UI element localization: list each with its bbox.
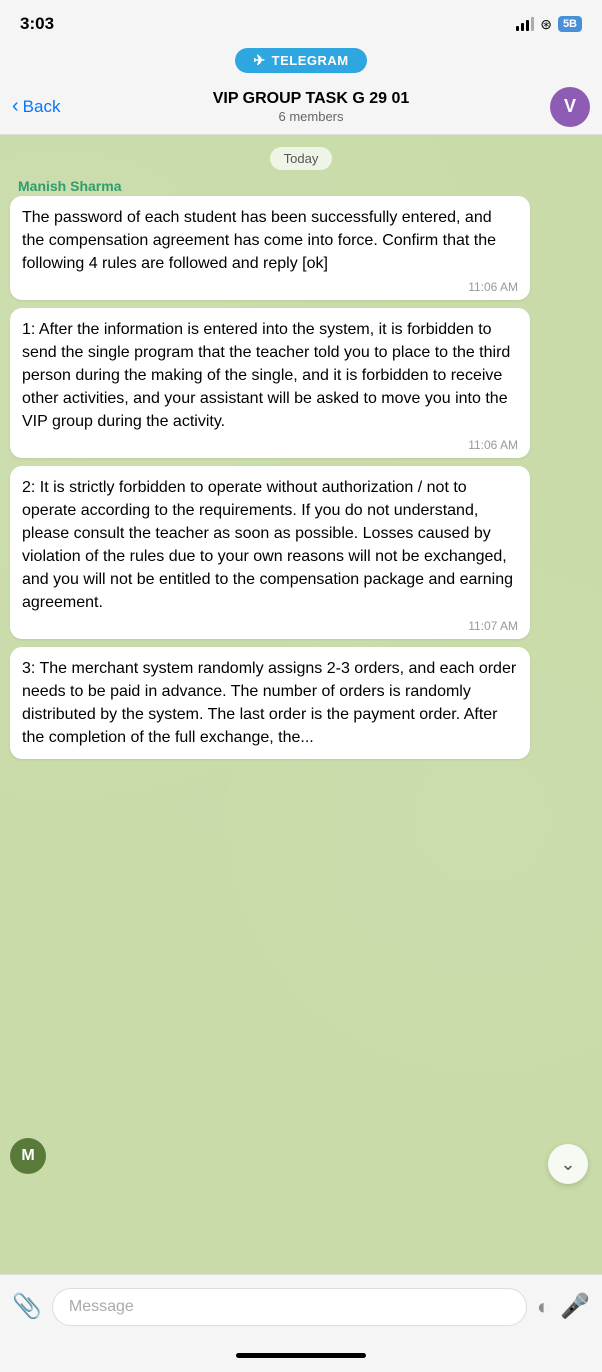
status-icons: ⊛ 5B (516, 16, 582, 33)
message-time: 11:06 AM (22, 280, 518, 294)
message-bubble: 1: After the information is entered into… (10, 308, 530, 458)
signal-icon (516, 17, 534, 31)
message-text: 3: The merchant system randomly assigns … (22, 657, 518, 750)
avatar-letter: V (564, 96, 576, 117)
home-bar (236, 1353, 366, 1358)
message-time: 11:07 AM (22, 619, 518, 633)
message-text: 1: After the information is entered into… (22, 318, 518, 434)
home-indicator (0, 1338, 602, 1372)
chat-title: VIP GROUP TASK G 29 01 (72, 89, 550, 108)
members-count: 6 members (72, 109, 550, 124)
clock-icon[interactable]: ◐ (537, 1294, 550, 1320)
date-label: Today (270, 147, 333, 170)
header-center: VIP GROUP TASK G 29 01 6 members (72, 89, 550, 123)
telegram-label: TELEGRAM (272, 53, 349, 68)
status-time: 3:03 (20, 14, 54, 34)
status-bar: 3:03 ⊛ 5B (0, 0, 602, 44)
sender-row: Manish Sharma (10, 178, 592, 194)
message-text: The password of each student has been su… (22, 206, 518, 276)
sender-name: Manish Sharma (18, 178, 121, 194)
message-bubble: The password of each student has been su… (10, 196, 530, 300)
attach-button[interactable]: 📎 (12, 1292, 42, 1321)
back-chevron-icon: ‹ (12, 95, 19, 118)
avatar[interactable]: V (550, 87, 590, 127)
message-input[interactable] (52, 1288, 527, 1326)
back-button[interactable]: ‹ Back (12, 95, 72, 118)
message-bubble: 3: The merchant system randomly assigns … (10, 647, 530, 760)
message-text: 2: It is strictly forbidden to operate w… (22, 476, 518, 615)
chat-area: Today Manish Sharma The password of each… (0, 135, 602, 1274)
mic-button[interactable]: 🎤 (560, 1292, 590, 1321)
scroll-down-button[interactable]: ⌄ (548, 1144, 588, 1184)
wifi-icon: ⊛ (540, 16, 552, 33)
telegram-pill: ✈ TELEGRAM (235, 48, 366, 73)
message-bubble: 2: It is strictly forbidden to operate w… (10, 466, 530, 639)
telegram-icon: ✈ (253, 52, 265, 69)
bottom-bar: 📎 ◐ 🎤 (0, 1274, 602, 1338)
message-time: 11:06 AM (22, 438, 518, 452)
battery-badge: 5B (558, 16, 582, 32)
header: ‹ Back VIP GROUP TASK G 29 01 6 members … (0, 79, 602, 135)
avatar-m-letter: M (21, 1147, 34, 1165)
chevron-down-icon: ⌄ (560, 1154, 575, 1175)
back-label: Back (23, 97, 61, 117)
date-label-row: Today (10, 147, 592, 170)
avatar-m: M (10, 1138, 46, 1174)
telegram-bar: ✈ TELEGRAM (0, 44, 602, 79)
